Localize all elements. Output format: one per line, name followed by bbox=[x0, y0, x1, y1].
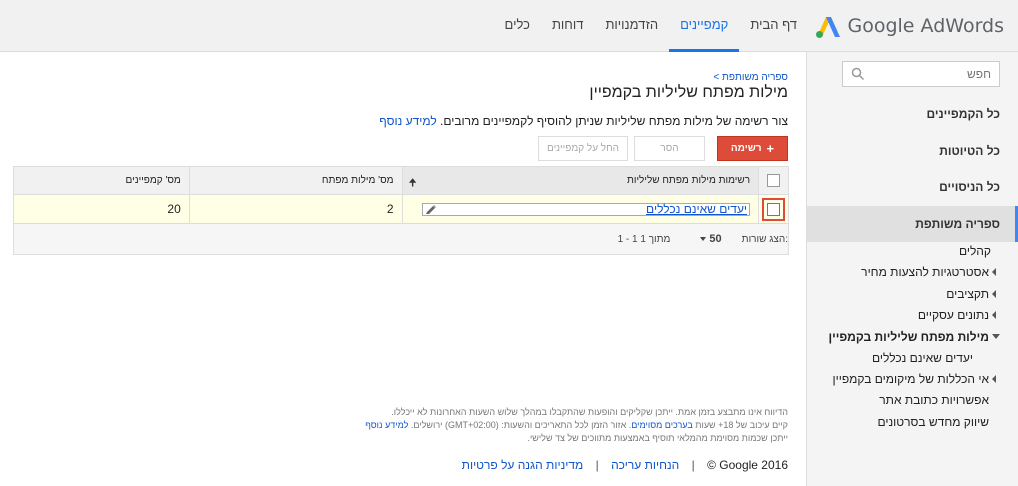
row-keyword-count: 2 bbox=[188, 195, 402, 223]
sidebar-sub-negative-keywords[interactable]: מילות מפתח שליליות בקמפיין bbox=[828, 327, 989, 347]
adwords-logo-icon bbox=[815, 17, 840, 38]
edit-guidelines-link[interactable]: הנחיות עריכה bbox=[611, 458, 679, 472]
adwords-logo[interactable]: Google AdWords bbox=[814, 10, 1005, 42]
tab-reports[interactable]: דוחות bbox=[541, 0, 595, 52]
sidebar: כל הקמפיינים כל הטיוטות כל הניסויים ספרי… bbox=[806, 52, 1018, 486]
separator: | bbox=[595, 458, 599, 472]
list-name-box[interactable]: יעדים שאינם נכללים bbox=[422, 202, 751, 216]
plus-icon: + bbox=[766, 141, 775, 156]
sidebar-sub-placement-exclusions[interactable]: אי הכללות של מיקומים בקמפיין bbox=[832, 369, 989, 389]
expand-arrow-icon[interactable] bbox=[992, 290, 996, 298]
breadcrumb-link[interactable]: ספריה משותפת > bbox=[713, 72, 788, 83]
tab-opportunities[interactable]: הזדמנויות bbox=[594, 0, 669, 52]
disclaimer-line-3: ייתכן שכמות מסוימת מהמלאי תוסיף באמצעות … bbox=[527, 433, 788, 443]
breadcrumb[interactable]: ספריה משותפת > bbox=[713, 72, 788, 83]
search-icon[interactable] bbox=[851, 67, 865, 81]
list-name-link[interactable]: יעדים שאינם נכללים bbox=[646, 202, 747, 216]
disclaimer: הדיווח אינו מתבצע בזמן אמת. ייתכן שקליקי… bbox=[365, 406, 788, 445]
table-header: רשימות מילות מפתח שליליות 🠉 מס' מילות מפ… bbox=[14, 167, 788, 195]
disclaimer-2b: . אזור הזמן לכל התאריכים והשעות: (GMT+02… bbox=[410, 420, 632, 430]
header-keyword-count[interactable]: מס' מילות מפתח bbox=[188, 167, 402, 194]
sidebar-sub-bid-strategies[interactable]: אסטרטגיות להצעות מחיר bbox=[861, 262, 989, 282]
sidebar-sub-audiences[interactable]: קהלים bbox=[959, 241, 991, 261]
sidebar-item-all-drafts[interactable]: כל הטיוטות bbox=[807, 133, 1018, 169]
row-checkbox-highlight[interactable] bbox=[762, 197, 786, 221]
page-description: צור רשימה של מילות מפתח שליליות שניתן לה… bbox=[379, 114, 788, 128]
copyright: © Google 2016 bbox=[707, 458, 788, 472]
header-checkbox-cell bbox=[758, 167, 788, 194]
row-campaign-count: 20 bbox=[14, 195, 189, 223]
disclaimer-learn-more-link[interactable]: למידע נוסף bbox=[365, 420, 408, 430]
tab-campaigns[interactable]: קמפיינים bbox=[669, 0, 740, 52]
main-nav: דף הבית קמפיינים הזדמנויות דוחות כלים bbox=[494, 0, 808, 52]
tab-tools[interactable]: כלים bbox=[494, 0, 541, 52]
sidebar-sub-url-options[interactable]: אפשרויות כתובת אתר bbox=[879, 390, 989, 410]
disclaimer-2a: קיים עיכוב של 18+ שעות bbox=[695, 420, 788, 430]
row-checkbox[interactable] bbox=[767, 202, 781, 216]
expand-arrow-icon[interactable] bbox=[992, 375, 996, 383]
remove-button[interactable]: הסר bbox=[634, 136, 705, 161]
tab-home[interactable]: דף הבית bbox=[739, 0, 808, 52]
chevron-down-icon bbox=[700, 237, 707, 241]
header-campaign-count[interactable]: מס' קמפיינים bbox=[14, 167, 189, 194]
certain-values-link[interactable]: בערכים מסוימים bbox=[631, 420, 693, 430]
sidebar-sub-excluded-targets[interactable]: יעדים שאינם נכללים bbox=[872, 348, 973, 368]
rows-per-page-value: 50 bbox=[709, 233, 722, 245]
disclaimer-line-2: קיים עיכוב של 18+ שעות בערכים מסוימים. א… bbox=[365, 419, 788, 432]
main-content: ספריה משותפת > מילות מפתח שליליות בקמפיי… bbox=[0, 52, 806, 486]
sidebar-sub-video-remarketing[interactable]: שיווק מחדש בסרטונים bbox=[877, 412, 989, 432]
keyword-count-value: 2 bbox=[386, 202, 394, 216]
legal-links: © Google 2016 | הנחיות עריכה | מדיניות ה… bbox=[462, 458, 788, 472]
row-list-name-cell: יעדים שאינם נכללים bbox=[401, 195, 759, 223]
disclaimer-line-1: הדיווח אינו מתבצע בזמן אמת. ייתכן שקליקי… bbox=[391, 407, 788, 417]
page-title: מילות מפתח שליליות בקמפיין bbox=[589, 84, 788, 101]
table-row: יעדים שאינם נכללים 2 20 bbox=[14, 195, 788, 224]
add-list-label: רשימה bbox=[730, 143, 762, 154]
top-bar: Google AdWords דף הבית קמפיינים הזדמנויו… bbox=[0, 0, 1018, 52]
rows-per-page-select[interactable]: 50 bbox=[696, 233, 722, 245]
sidebar-item-shared-library[interactable]: ספריה משותפת bbox=[807, 206, 1018, 242]
search-input[interactable] bbox=[865, 67, 991, 81]
expand-arrow-icon[interactable] bbox=[992, 268, 996, 276]
pagination-range: 1 - 1 מתוך 1 bbox=[617, 233, 671, 245]
sidebar-sub-business-data[interactable]: נתונים עסקיים bbox=[918, 305, 989, 325]
negative-keywords-table: רשימות מילות מפתח שליליות 🠉 מס' מילות מפ… bbox=[13, 166, 789, 255]
pencil-edit-icon[interactable] bbox=[425, 203, 437, 215]
table-footer: 1 - 1 מתוך 1 50 הצג שורות: bbox=[14, 224, 788, 254]
description-text: צור רשימה של מילות מפתח שליליות שניתן לה… bbox=[440, 114, 788, 128]
sidebar-item-all-experiments[interactable]: כל הניסויים bbox=[807, 169, 1018, 205]
add-list-button[interactable]: + רשימה bbox=[717, 136, 788, 161]
sidebar-item-all-campaigns[interactable]: כל הקמפיינים bbox=[807, 96, 1018, 132]
sidebar-sub-budgets[interactable]: תקציבים bbox=[946, 284, 989, 304]
rows-per-page-label: הצג שורות: bbox=[741, 233, 788, 245]
header-list-name[interactable]: רשימות מילות מפתח שליליות 🠉 bbox=[401, 167, 759, 194]
sidebar-search[interactable] bbox=[842, 61, 1000, 87]
select-all-checkbox[interactable] bbox=[767, 174, 781, 187]
separator: | bbox=[691, 458, 695, 472]
apply-to-campaigns-button[interactable]: החל על קמפיינים bbox=[538, 136, 628, 161]
privacy-policy-link[interactable]: מדיניות הגנה על פרטיות bbox=[462, 458, 584, 472]
header-list-name-label: רשימות מילות מפתח שליליות bbox=[626, 175, 751, 186]
campaign-count-value: 20 bbox=[167, 202, 181, 216]
sort-arrow-icon[interactable]: 🠉 bbox=[409, 176, 417, 193]
logo-text: Google AdWords bbox=[847, 15, 1005, 37]
row-checkbox-cell bbox=[758, 195, 788, 223]
collapse-arrow-icon[interactable] bbox=[992, 334, 1000, 339]
expand-arrow-icon[interactable] bbox=[992, 311, 996, 319]
learn-more-link[interactable]: למידע נוסף bbox=[379, 114, 436, 128]
